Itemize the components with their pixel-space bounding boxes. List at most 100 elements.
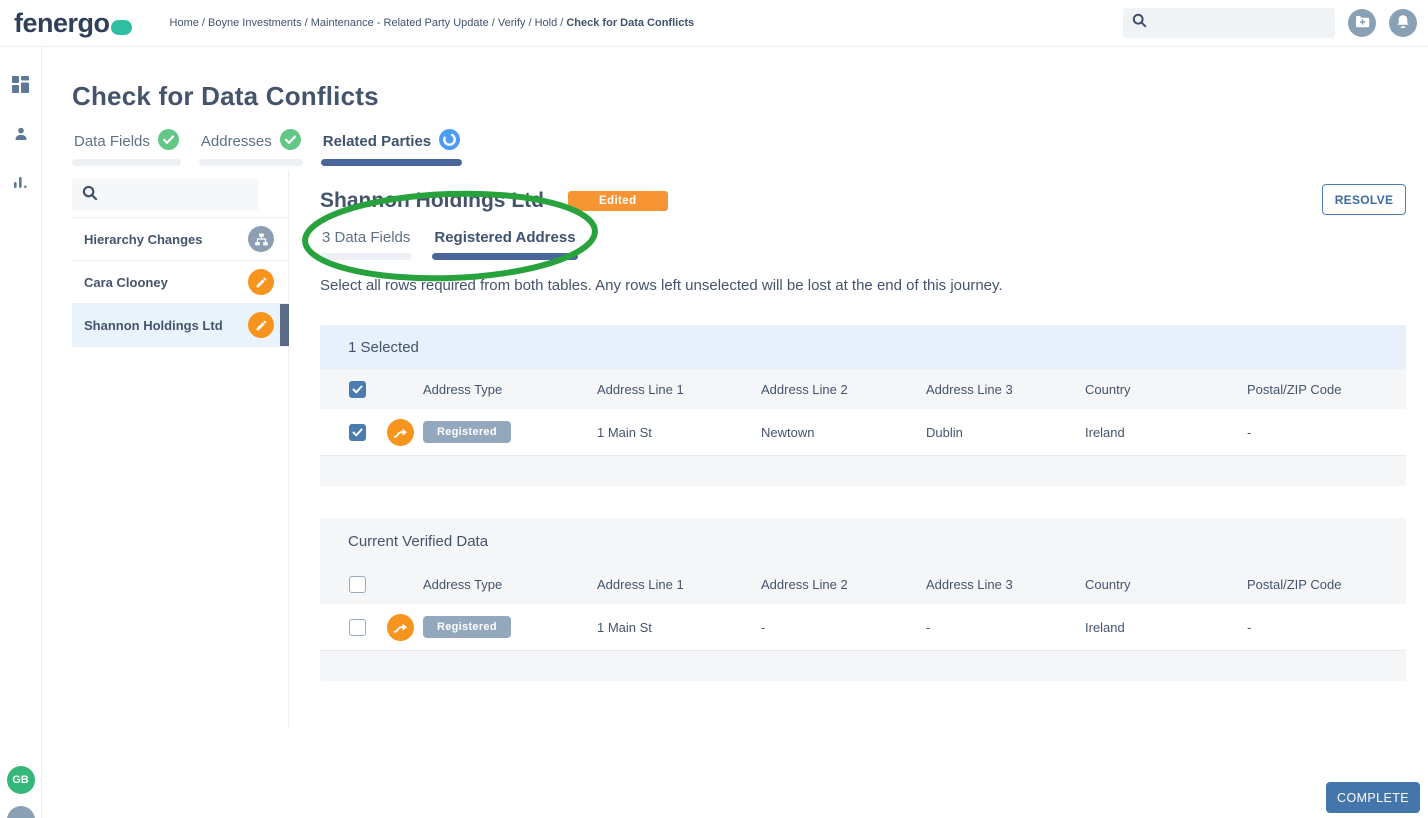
resolve-button[interactable]: RESOLVE: [1322, 184, 1406, 215]
tab-label: Data Fields: [74, 133, 150, 150]
top-bar-actions: [1123, 8, 1428, 38]
panel-search-input[interactable]: [106, 188, 248, 203]
search-icon: [82, 185, 98, 206]
row-checkbox[interactable]: [349, 619, 366, 636]
hierarchy-icon: [248, 226, 274, 252]
fenergo-logo: fenergo: [0, 8, 132, 39]
create-entity-button[interactable]: [1348, 9, 1376, 37]
sidebar-item-reports[interactable]: [10, 173, 32, 195]
breadcrumb-item-maintenance[interactable]: Maintenance - Related Party Update: [311, 17, 498, 29]
column-header: Address Line 1: [597, 382, 761, 397]
user-icon: [13, 126, 29, 145]
cell-address-line-3: -: [926, 620, 1085, 635]
column-header: Address Line 2: [761, 577, 926, 592]
list-item-shannon-holdings[interactable]: Shannon Holdings Ltd: [72, 304, 288, 347]
tab-label: Related Parties: [323, 133, 431, 150]
column-header: Postal/ZIP Code: [1247, 577, 1406, 592]
list-item-cara-clooney[interactable]: Cara Clooney: [72, 261, 288, 304]
cell-country: Ireland: [1085, 425, 1247, 440]
column-header: Address Line 3: [926, 577, 1085, 592]
column-header: Address Type: [423, 382, 597, 397]
column-header: Address Line 2: [761, 382, 926, 397]
logo-pill-icon: [111, 20, 132, 35]
global-search: [1123, 8, 1335, 38]
table-header-row: Address Type Address Line 1 Address Line…: [320, 369, 1406, 409]
sidebar-item-dashboard[interactable]: [10, 75, 32, 97]
subtab-label: 3 Data Fields: [320, 229, 412, 247]
cell-address-line-3: Dublin: [926, 425, 1085, 440]
check-circle-icon: [280, 129, 301, 154]
table-title: 1 Selected: [320, 325, 1406, 369]
edit-pencil-icon: [248, 269, 274, 295]
table-row: Registered 1 Main St - - Ireland -: [320, 604, 1406, 651]
column-header: Country: [1085, 577, 1247, 592]
bar-chart-icon: [13, 175, 28, 193]
table-header-row: Address Type Address Line 1 Address Line…: [320, 564, 1406, 604]
merge-arrow-icon: [387, 614, 414, 641]
global-search-input[interactable]: [1154, 16, 1326, 31]
table-row: Registered 1 Main St Newtown Dublin Irel…: [320, 409, 1406, 456]
detail-subtabs: 3 Data Fields Registered Address: [320, 229, 1406, 260]
avatar-initials: GB: [12, 774, 29, 786]
panel-search: [72, 179, 258, 211]
cell-address-line-2: -: [761, 620, 926, 635]
breadcrumb-item-hold[interactable]: Hold: [535, 17, 567, 29]
tab-progress-bar: [321, 159, 462, 166]
user-avatar[interactable]: GB: [7, 766, 35, 794]
dashboard-icon: [12, 76, 29, 96]
tab-related-parties[interactable]: Related Parties: [321, 131, 462, 166]
address-type-badge: Registered: [423, 616, 511, 638]
instruction-text: Select all rows required from both table…: [320, 277, 1406, 294]
list-item-hierarchy-changes[interactable]: Hierarchy Changes: [72, 218, 288, 261]
select-all-checkbox[interactable]: [349, 381, 366, 398]
list-item-label: Hierarchy Changes: [84, 232, 248, 247]
secondary-avatar-partial: [7, 806, 35, 818]
list-item-label: Cara Clooney: [84, 275, 248, 290]
check-circle-icon: [158, 129, 179, 154]
tab-progress-bar: [72, 159, 181, 166]
table-title: Current Verified Data: [320, 518, 1406, 564]
conflict-list-panel: Hierarchy Changes Cara Clooney Shannon H…: [72, 170, 289, 727]
column-header: Address Line 1: [597, 577, 761, 592]
selected-table: 1 Selected Address Type Address Line 1 A…: [320, 325, 1406, 486]
address-type-badge: Registered: [423, 421, 511, 443]
detail-header: Shannon Holdings Ltd Edited RESOLVE: [320, 184, 1406, 217]
main-content: Check for Data Conflicts Data Fields Add…: [42, 47, 1428, 818]
subtab-data-fields[interactable]: 3 Data Fields: [320, 229, 412, 260]
current-verified-table: Current Verified Data Address Type Addre…: [320, 518, 1406, 681]
sidebar-bottom: GB: [0, 766, 41, 818]
sidebar-nav: [0, 47, 41, 195]
folder-add-icon: [1355, 15, 1370, 31]
select-all-checkbox[interactable]: [349, 576, 366, 593]
breadcrumb: HomeBoyne InvestmentsMaintenance - Relat…: [170, 17, 695, 29]
status-badge: Edited: [568, 191, 668, 211]
subtab-registered-address[interactable]: Registered Address: [432, 229, 577, 260]
merge-arrow-icon: [387, 419, 414, 446]
sidebar-item-clients[interactable]: [10, 124, 32, 146]
complete-button[interactable]: COMPLETE: [1326, 782, 1420, 813]
cell-address-line-1: 1 Main St: [597, 425, 761, 440]
app-sidebar: GB: [0, 47, 42, 818]
conflict-detail: Shannon Holdings Ltd Edited RESOLVE 3 Da…: [320, 170, 1406, 681]
top-bar: fenergo HomeBoyne InvestmentsMaintenance…: [0, 0, 1428, 47]
breadcrumb-item-boyne-investments[interactable]: Boyne Investments: [208, 17, 311, 29]
subtab-progress-bar: [320, 253, 412, 260]
progress-circle-icon: [439, 129, 460, 154]
column-header: Postal/ZIP Code: [1247, 382, 1406, 397]
entity-name: Shannon Holdings Ltd: [320, 189, 544, 213]
breadcrumb-item-verify[interactable]: Verify: [498, 17, 535, 29]
tab-data-fields[interactable]: Data Fields: [72, 131, 181, 166]
column-header: Address Type: [423, 577, 597, 592]
edit-pencil-icon: [248, 312, 274, 338]
tab-label: Addresses: [201, 133, 272, 150]
row-checkbox[interactable]: [349, 424, 366, 441]
breadcrumb-item-current: Check for Data Conflicts: [566, 17, 694, 29]
breadcrumb-item-home[interactable]: Home: [170, 17, 209, 29]
notifications-button[interactable]: [1389, 9, 1417, 37]
subtab-progress-bar: [432, 253, 577, 260]
page-title: Check for Data Conflicts: [72, 81, 379, 112]
tab-addresses[interactable]: Addresses: [199, 131, 303, 166]
column-header: Address Line 3: [926, 382, 1085, 397]
cell-country: Ireland: [1085, 620, 1247, 635]
tab-progress-bar: [199, 159, 303, 166]
